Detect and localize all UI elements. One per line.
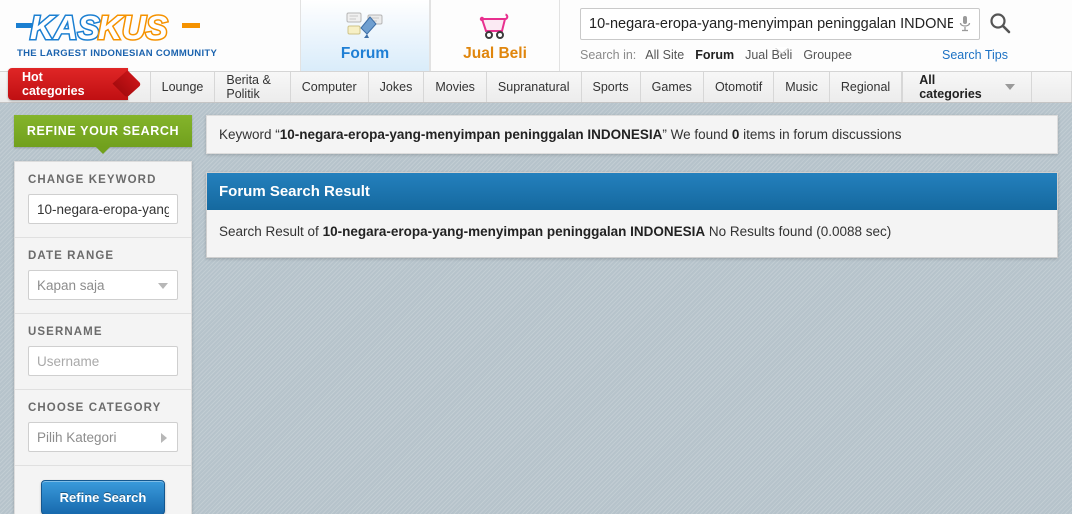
top-tabs: Forum Jual Beli	[300, 0, 560, 71]
date-range-label: DATE RANGE	[28, 250, 115, 262]
all-categories-dropdown[interactable]: All categories	[902, 72, 1032, 102]
chevron-right-icon	[161, 433, 167, 443]
refine-sidebar: REFINE YOUR SEARCH CHANGE KEYWORD DATE R…	[14, 115, 192, 514]
category-nav: Hot categories Lounge Berita & Politik C…	[0, 68, 1072, 103]
search-scope-all-site[interactable]: All Site	[645, 48, 684, 62]
category-computer[interactable]: Computer	[291, 72, 369, 102]
kaskus-logo-icon: KAS KAS KUS KUS	[16, 12, 200, 46]
result-body-prefix: Search Result of	[219, 224, 323, 239]
shopping-cart-icon	[475, 11, 515, 41]
all-categories-label: All categories	[919, 73, 982, 101]
refine-sidebar-header: REFINE YOUR SEARCH	[14, 115, 192, 154]
category-music[interactable]: Music	[774, 72, 830, 102]
tab-jual-beli[interactable]: Jual Beli	[430, 0, 560, 71]
section-choose-category: CHOOSE CATEGORY Pilih Kategori	[15, 390, 191, 466]
svg-text:KUS: KUS	[98, 12, 168, 46]
search-scope-forum[interactable]: Forum	[695, 48, 734, 62]
category-sports[interactable]: Sports	[582, 72, 641, 102]
chevron-down-icon	[1004, 80, 1015, 94]
category-supranatural[interactable]: Supranatural	[487, 72, 582, 102]
tab-forum[interactable]: Forum	[300, 0, 430, 71]
category-list: Lounge Berita & Politik Computer Jokes M…	[149, 72, 903, 102]
choose-category-select[interactable]: Pilih Kategori	[28, 422, 178, 452]
site-header: KAS KAS KUS KUS THE LARGEST INDONESIAN C…	[0, 0, 1072, 72]
tab-forum-label: Forum	[340, 44, 390, 62]
result-body-keyword: 10-negara-eropa-yang-menyimpan peninggal…	[322, 224, 706, 239]
chevron-down-icon	[158, 283, 168, 289]
change-keyword-input[interactable]	[28, 194, 178, 224]
site-logo[interactable]: KAS KAS KUS KUS THE LARGEST INDONESIAN C…	[0, 0, 300, 71]
category-lounge[interactable]: Lounge	[149, 72, 216, 102]
keyword-text: 10-negara-eropa-yang-menyimpan peninggal…	[279, 127, 663, 142]
refine-sidebar-body: CHANGE KEYWORD DATE RANGE Kapan saja USE…	[14, 161, 192, 514]
choose-category-value: Pilih Kategori	[37, 429, 117, 445]
section-username: USERNAME	[15, 314, 191, 390]
category-jokes[interactable]: Jokes	[369, 72, 425, 102]
forum-search-result-title: Forum Search Result	[207, 173, 1057, 210]
refine-search-button[interactable]: Refine Search	[40, 480, 166, 514]
search-scope-groupee[interactable]: Groupee	[803, 48, 852, 62]
search-in-label: Search in:	[580, 48, 637, 62]
logo-tagline: THE LARGEST INDONESIAN COMMUNITY	[17, 48, 218, 59]
section-change-keyword: CHANGE KEYWORD	[15, 162, 191, 238]
category-berita-politik[interactable]: Berita & Politik	[215, 72, 291, 102]
date-range-select[interactable]: Kapan saja	[28, 270, 178, 300]
hot-categories-badge[interactable]: Hot categories	[8, 68, 128, 100]
keyword-mid: ” We found	[662, 127, 732, 142]
section-date-range: DATE RANGE Kapan saja	[15, 238, 191, 314]
page-body: REFINE YOUR SEARCH CHANGE KEYWORD DATE R…	[0, 103, 1072, 514]
search-tips-link[interactable]: Search Tips	[942, 48, 1008, 62]
keyword-suffix: items in forum discussions	[739, 127, 902, 142]
result-body-suffix: No Results found (0.0088 sec)	[705, 224, 892, 239]
svg-text:KAS: KAS	[30, 12, 100, 46]
category-otomotif[interactable]: Otomotif	[704, 72, 775, 102]
username-input[interactable]	[28, 346, 178, 376]
nav-trailing-cell	[1032, 72, 1072, 102]
keyword-summary-bar: Keyword “10-negara-eropa-yang-menyimpan …	[206, 115, 1058, 154]
category-movies[interactable]: Movies	[424, 72, 487, 102]
category-games[interactable]: Games	[641, 72, 704, 102]
forum-megaphone-icon	[345, 11, 385, 41]
search-submit-button[interactable]	[988, 11, 1012, 38]
date-range-value: Kapan saja	[37, 277, 105, 293]
magnifier-icon	[988, 11, 1012, 38]
forum-search-result-panel: Forum Search Result Search Result of 10-…	[206, 172, 1058, 258]
tab-jual-beli-label: Jual Beli	[463, 44, 527, 62]
forum-search-result-body: Search Result of 10-negara-eropa-yang-me…	[207, 210, 1057, 257]
change-keyword-label: CHANGE KEYWORD	[28, 174, 157, 186]
search-scope-bar: Search in: All Site Forum Jual Beli Grou…	[580, 48, 1008, 62]
search-box	[580, 8, 1050, 53]
category-regional[interactable]: Regional	[830, 72, 903, 102]
search-area: Search in: All Site Forum Jual Beli Grou…	[560, 0, 1072, 71]
search-input[interactable]	[580, 8, 980, 40]
keyword-prefix: Keyword “	[219, 127, 280, 142]
search-dropdown-caret-icon	[775, 47, 789, 53]
choose-category-label: CHOOSE CATEGORY	[28, 402, 162, 414]
main-content: Keyword “10-negara-eropa-yang-menyimpan …	[206, 115, 1058, 514]
username-label: USERNAME	[28, 326, 103, 338]
section-refine-submit: Refine Search	[15, 466, 191, 514]
